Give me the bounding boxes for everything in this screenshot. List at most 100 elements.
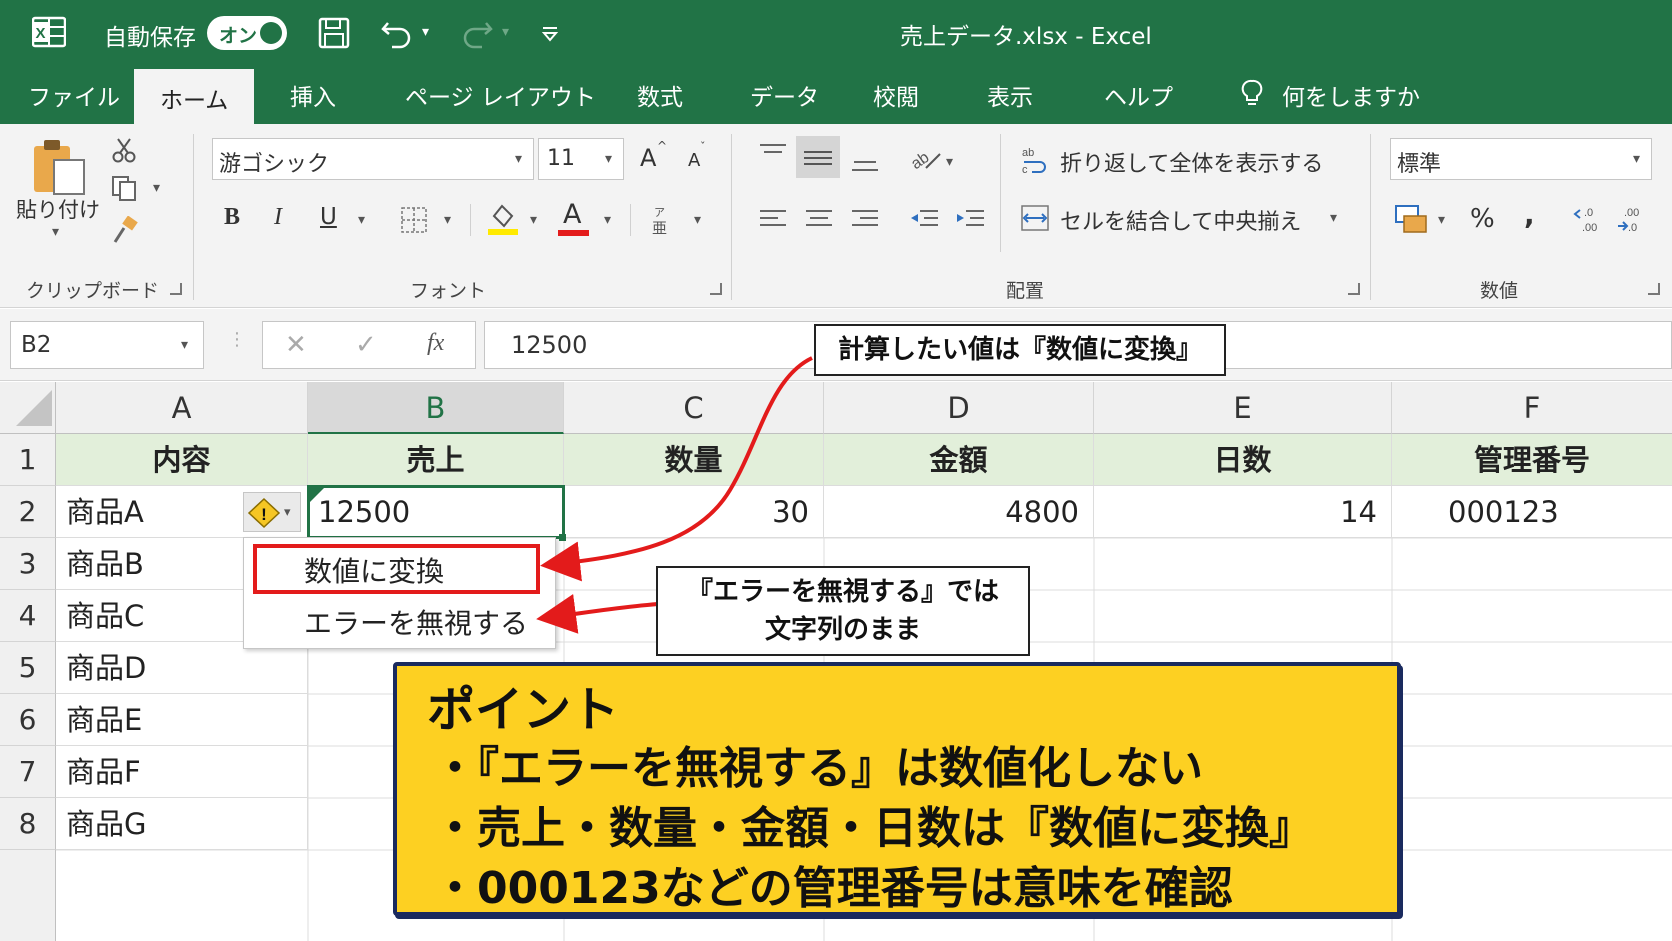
number-launcher-icon[interactable] <box>1648 283 1660 295</box>
font-launcher-icon[interactable] <box>710 283 722 295</box>
number-format-dropdown-icon[interactable]: ▾ <box>1633 151 1640 167</box>
accounting-dropdown-icon[interactable]: ▾ <box>1438 212 1445 228</box>
tell-me-search[interactable]: 何をしますか <box>1282 78 1420 112</box>
row-header-8[interactable]: 8 <box>0 798 56 850</box>
align-bottom-icon[interactable] <box>850 150 880 176</box>
row-header-6[interactable]: 6 <box>0 694 56 746</box>
header-cell-c1[interactable]: 数量 <box>564 434 824 486</box>
font-color-dropdown-icon[interactable]: ▾ <box>604 212 611 228</box>
row-header-2[interactable]: 2 <box>0 486 56 538</box>
wrap-text-icon[interactable]: ab c <box>1020 144 1050 174</box>
tab-data[interactable]: データ <box>750 78 819 112</box>
align-left-icon[interactable] <box>758 208 788 232</box>
orientation-icon[interactable]: ab <box>908 142 942 172</box>
borders-dropdown-icon[interactable]: ▾ <box>444 212 451 228</box>
shrink-font-button[interactable]: A <box>688 150 700 171</box>
tab-help[interactable]: ヘルプ <box>1104 78 1173 112</box>
cell-e2[interactable]: 14 <box>1094 486 1392 538</box>
align-center-icon[interactable] <box>804 208 834 232</box>
autosave-toggle[interactable]: オン <box>207 16 287 50</box>
tab-insert[interactable]: 挿入 <box>290 78 336 112</box>
column-header-d[interactable]: D <box>824 382 1094 434</box>
decrease-decimal-icon[interactable]: .00 .0 <box>1616 204 1650 236</box>
wrap-text-button[interactable]: 折り返して全体を表示する <box>1060 146 1323 178</box>
header-cell-f1[interactable]: 管理番号 <box>1392 434 1672 486</box>
tab-view[interactable]: 表示 <box>987 78 1033 112</box>
fill-color-dropdown-icon[interactable]: ▾ <box>530 212 537 228</box>
decrease-indent-icon[interactable] <box>908 208 940 232</box>
bold-button[interactable]: B <box>224 204 240 231</box>
header-cell-e1[interactable]: 日数 <box>1094 434 1392 486</box>
convert-to-number-item[interactable]: 数値に変換 <box>304 550 444 590</box>
format-painter-icon[interactable] <box>110 216 140 246</box>
name-box[interactable]: B2 ▾ <box>10 321 204 369</box>
paste-label[interactable]: 貼り付け <box>16 194 100 224</box>
merge-dropdown-icon[interactable]: ▾ <box>1330 210 1337 226</box>
alignment-launcher-icon[interactable] <box>1348 283 1360 295</box>
header-cell-d1[interactable]: 金額 <box>824 434 1094 486</box>
clipboard-launcher-icon[interactable] <box>170 283 182 295</box>
cell-a8[interactable]: 商品G <box>56 798 308 850</box>
cell-c2[interactable]: 30 <box>564 486 824 538</box>
tab-page-layout[interactable]: ページ レイアウト <box>405 78 596 112</box>
percent-style-button[interactable]: % <box>1470 204 1495 234</box>
fill-handle[interactable] <box>559 534 566 541</box>
font-name-dropdown-icon[interactable]: ▾ <box>515 151 522 167</box>
grow-font-button[interactable]: A <box>640 144 656 172</box>
error-smart-tag[interactable]: ! ▾ <box>243 492 301 532</box>
row-header-1[interactable]: 1 <box>0 434 56 486</box>
select-all-button[interactable] <box>0 382 56 434</box>
row-header-7[interactable]: 7 <box>0 746 56 798</box>
underline-dropdown-icon[interactable]: ▾ <box>358 212 365 228</box>
cut-icon[interactable] <box>110 136 138 164</box>
column-header-a[interactable]: A <box>56 382 308 434</box>
customize-qat-icon[interactable] <box>540 24 560 44</box>
column-header-c[interactable]: C <box>564 382 824 434</box>
enter-icon[interactable]: ✓ <box>355 330 377 360</box>
cell-a7[interactable]: 商品F <box>56 746 308 798</box>
undo-dropdown-icon[interactable]: ▾ <box>422 24 429 40</box>
underline-button[interactable]: U <box>320 204 337 230</box>
font-size-box[interactable]: 11 ▾ <box>538 138 624 180</box>
tab-file[interactable]: ファイル <box>28 78 120 112</box>
column-header-f[interactable]: F <box>1392 382 1672 434</box>
column-header-e[interactable]: E <box>1094 382 1392 434</box>
merge-center-icon[interactable] <box>1020 204 1050 232</box>
borders-icon[interactable] <box>400 206 428 234</box>
cell-f2[interactable]: 000123 <box>1392 486 1672 538</box>
align-right-icon[interactable] <box>850 208 880 232</box>
tab-formulas[interactable]: 数式 <box>637 78 683 112</box>
copy-dropdown-icon[interactable]: ▾ <box>153 180 160 196</box>
orientation-dropdown-icon[interactable]: ▾ <box>946 154 953 170</box>
align-middle-button[interactable] <box>796 136 840 178</box>
tab-home[interactable]: ホーム <box>134 69 255 124</box>
cell-d2[interactable]: 4800 <box>824 486 1094 538</box>
cell-a5[interactable]: 商品D <box>56 642 308 694</box>
increase-indent-icon[interactable] <box>954 208 986 232</box>
row-header-4[interactable]: 4 <box>0 590 56 642</box>
phonetic-dropdown-icon[interactable]: ▾ <box>694 212 701 228</box>
name-box-dropdown-icon[interactable]: ▾ <box>181 337 188 353</box>
italic-button[interactable]: I <box>274 204 282 231</box>
increase-decimal-icon[interactable]: .0 .00 <box>1572 204 1606 236</box>
font-color-button[interactable]: A <box>563 199 581 230</box>
align-top-icon[interactable] <box>758 142 788 166</box>
number-format-box[interactable]: 標準 ▾ <box>1390 138 1652 180</box>
undo-icon[interactable] <box>380 17 414 49</box>
font-size-dropdown-icon[interactable]: ▾ <box>605 151 612 167</box>
paste-icon[interactable] <box>32 136 92 198</box>
accounting-format-icon[interactable] <box>1394 204 1428 234</box>
tab-review[interactable]: 校閲 <box>873 78 919 112</box>
cancel-icon[interactable]: ✕ <box>285 330 307 360</box>
row-header-5[interactable]: 5 <box>0 642 56 694</box>
cell-a6[interactable]: 商品E <box>56 694 308 746</box>
save-icon[interactable] <box>318 17 350 49</box>
phonetic-guide-icon[interactable]: ア 亜 <box>650 204 674 236</box>
fill-color-icon[interactable] <box>486 202 520 236</box>
font-name-box[interactable]: 游ゴシック ▾ <box>212 138 534 180</box>
paste-dropdown-icon[interactable]: ▾ <box>52 224 59 240</box>
copy-icon[interactable] <box>110 174 140 202</box>
ignore-error-item[interactable]: エラーを無視する <box>304 602 528 642</box>
merge-center-button[interactable]: セルを結合して中央揃え <box>1060 204 1301 236</box>
comma-style-button[interactable]: , <box>1524 198 1535 231</box>
